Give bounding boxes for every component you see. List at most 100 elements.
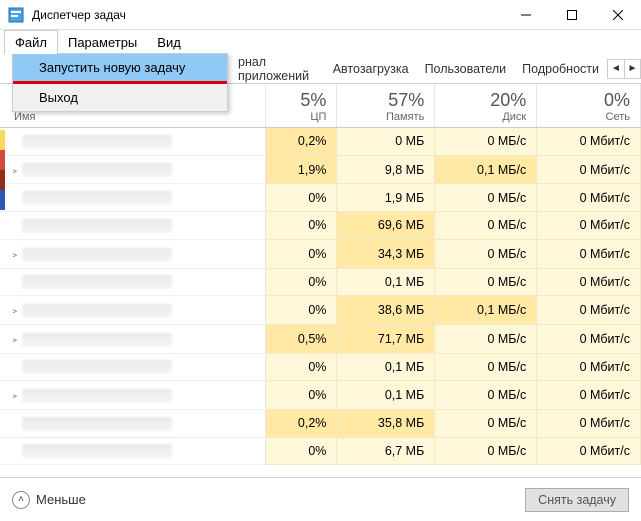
disk-label: Диск [445,111,526,123]
cell-network: 0 Мбит/с [537,184,641,212]
table-row[interactable]: ﹥ 0,5%71,7 МБ0 МБ/с0 Мбит/с [0,324,641,353]
col-disk[interactable]: 20% Диск [435,84,537,128]
cell-cpu: 0% [265,268,337,296]
net-usage-pct: 0% [547,90,630,111]
mem-label: Память [347,111,424,123]
tab-scroll-right[interactable]: ► [624,60,640,78]
cell-memory: 6,7 МБ [337,437,435,465]
cell-name: ﹥ [0,381,265,410]
menu-item-exit[interactable]: Выход [13,84,227,111]
tab-details[interactable]: Подробности [514,54,607,83]
table-row[interactable]: 0%69,6 МБ0 МБ/с0 Мбит/с [0,212,641,240]
chevron-up-icon: ˄ [12,491,30,509]
cell-name: ﹥ [0,155,265,184]
cell-memory: 71,7 МБ [337,324,435,353]
cell-memory: 9,8 МБ [337,155,435,184]
tab-scroll-left[interactable]: ◄ [608,60,624,78]
cell-memory: 34,3 МБ [337,239,435,268]
cell-cpu: 0,2% [265,128,337,156]
cell-cpu: 0% [265,381,337,410]
minimize-button[interactable] [503,0,549,29]
process-name-blurred [22,248,172,262]
cell-memory: 1,9 МБ [337,184,435,212]
process-name-blurred [22,275,172,289]
process-name-blurred [22,389,172,403]
close-button[interactable] [595,0,641,29]
menu-item-run-new-task[interactable]: Запустить новую задачу [13,54,227,81]
cell-memory: 35,8 МБ [337,410,435,438]
table-row[interactable]: 0%6,7 МБ0 МБ/с0 Мбит/с [0,437,641,465]
process-name-blurred [22,304,172,318]
cell-cpu: 1,9% [265,155,337,184]
menu-view[interactable]: Вид [147,30,191,54]
process-name-blurred [22,191,172,205]
expand-icon[interactable]: ﹥ [10,246,20,261]
expand-icon[interactable]: ﹥ [10,331,20,346]
cell-name [0,353,265,381]
cell-disk: 0 МБ/с [435,268,537,296]
cell-disk: 0 МБ/с [435,239,537,268]
cpu-usage-pct: 5% [276,90,327,111]
footer-bar: ˄ Меньше Снять задачу [0,477,641,521]
expand-icon[interactable]: ﹥ [10,302,20,317]
maximize-button[interactable] [549,0,595,29]
cell-name: ﹥ [0,296,265,325]
table-row[interactable]: ﹥ 1,9%9,8 МБ0,1 МБ/с0 Мбит/с [0,155,641,184]
cell-name: ﹥ [0,324,265,353]
cell-cpu: 0,5% [265,324,337,353]
cell-cpu: 0,2% [265,410,337,438]
cell-network: 0 Мбит/с [537,353,641,381]
cell-name [0,212,265,240]
table-row[interactable]: 0%0,1 МБ0 МБ/с0 Мбит/с [0,268,641,296]
table-row[interactable]: ﹥0%0,1 МБ0 МБ/с0 Мбит/с [0,381,641,410]
cell-network: 0 Мбит/с [537,155,641,184]
table-row[interactable]: 0,2%0 МБ0 МБ/с0 Мбит/с [0,128,641,156]
cell-network: 0 Мбит/с [537,239,641,268]
cell-disk: 0,1 МБ/с [435,155,537,184]
cell-network: 0 Мбит/с [537,128,641,156]
col-network[interactable]: 0% Сеть [537,84,641,128]
cell-name [0,268,265,296]
menu-options[interactable]: Параметры [58,30,147,54]
window-title: Диспетчер задач [32,8,503,22]
table-row[interactable]: 0%1,9 МБ0 МБ/с0 Мбит/с [0,184,641,212]
menu-file[interactable]: Файл [4,30,58,54]
cell-name [0,437,265,465]
process-name-blurred [22,219,172,233]
cell-memory: 0,1 МБ [337,268,435,296]
cell-memory: 0,1 МБ [337,381,435,410]
cell-disk: 0 МБ/с [435,353,537,381]
cell-network: 0 Мбит/с [537,324,641,353]
window-controls [503,0,641,29]
expand-icon[interactable]: ﹥ [10,162,20,177]
cell-cpu: 0% [265,239,337,268]
cell-cpu: 0% [265,353,337,381]
cell-network: 0 Мбит/с [537,381,641,410]
cell-memory: 0,1 МБ [337,353,435,381]
fewer-details-toggle[interactable]: ˄ Меньше [12,491,86,509]
fewer-label: Меньше [36,492,86,507]
table-row[interactable]: ﹥0%38,6 МБ0,1 МБ/с0 Мбит/с [0,296,641,325]
tab-users[interactable]: Пользователи [417,54,515,83]
cell-disk: 0,1 МБ/с [435,296,537,325]
col-cpu[interactable]: 5% ЦП [265,84,337,128]
cell-cpu: 0% [265,437,337,465]
table-row[interactable]: 0%0,1 МБ0 МБ/с0 Мбит/с [0,353,641,381]
table-row[interactable]: 0,2%35,8 МБ0 МБ/с0 Мбит/с [0,410,641,438]
process-name-blurred [22,444,172,458]
cell-disk: 0 МБ/с [435,324,537,353]
col-memory[interactable]: 57% Память [337,84,435,128]
tab-startup[interactable]: Автозагрузка [325,54,417,83]
cell-memory: 0 МБ [337,128,435,156]
process-name-blurred [22,360,172,374]
process-table: Имя 5% ЦП 57% Память 20% Диск 0% Сеть 0,… [0,84,641,465]
table-row[interactable]: ﹥ 0%34,3 МБ0 МБ/с0 Мбит/с [0,239,641,268]
process-name-blurred [22,417,172,431]
tab-app-history[interactable]: рнал приложений [230,54,325,83]
titlebar: Диспетчер задач [0,0,641,30]
cell-disk: 0 МБ/с [435,184,537,212]
expand-icon[interactable]: ﹥ [10,387,20,402]
cell-network: 0 Мбит/с [537,437,641,465]
end-task-button[interactable]: Снять задачу [525,488,629,512]
disk-usage-pct: 20% [445,90,526,111]
